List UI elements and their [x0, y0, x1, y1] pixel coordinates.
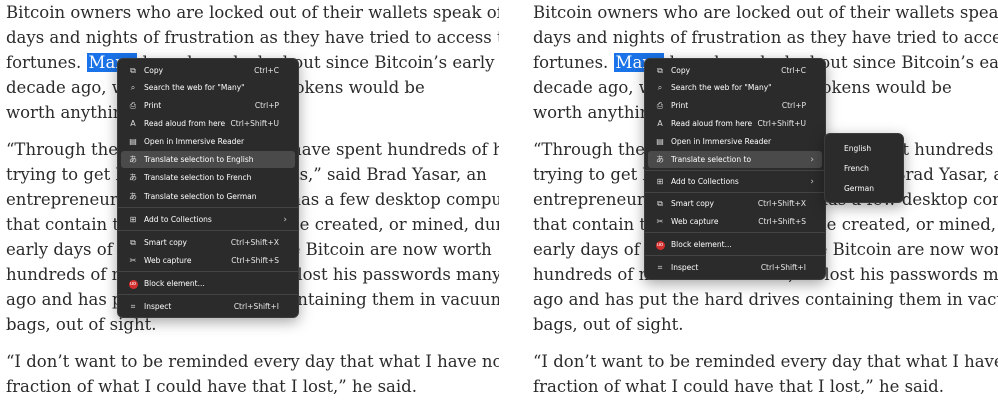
menu-item-block-element[interactable]: uo Block element...: [121, 275, 295, 292]
menu-item-block-element[interactable]: uo Block element...: [648, 236, 822, 253]
search-icon: ⌕: [130, 82, 136, 92]
menu-item-inspect[interactable]: ⌗ Inspect Ctrl+Shift+I: [648, 259, 822, 276]
submenu-item-french[interactable]: French: [828, 160, 900, 177]
block-element-icon: uo: [655, 241, 665, 250]
menu-separator: [645, 170, 825, 171]
smart-copy-icon: ⧉: [657, 198, 663, 208]
print-icon: ⎙: [129, 100, 137, 110]
menu-item-immersive-reader[interactable]: ▤ Open in Immersive Reader: [121, 133, 295, 150]
chevron-right-icon: ›: [810, 176, 814, 187]
translate-icon: あ: [129, 155, 137, 164]
inspect-icon: ⌗: [130, 301, 136, 311]
context-menu: ⧉ Copy Ctrl+C ⌕ Search the web for "Many" ⎙…: [644, 58, 826, 280]
menu-item-copy[interactable]: ⧉ Copy Ctrl+C: [121, 62, 295, 79]
menu-item-translate-selection[interactable]: あ Translate selection to ›: [648, 151, 822, 168]
chevron-right-icon: ›: [283, 214, 287, 225]
translate-icon: あ: [129, 173, 137, 182]
article-line: “I don’t want to be reminded every day t…: [6, 352, 499, 371]
web-capture-icon: ✂: [129, 256, 137, 265]
immersive-reader-icon: ▤: [656, 137, 664, 146]
web-capture-icon: ✂: [656, 217, 664, 226]
chevron-right-icon: ›: [810, 154, 814, 165]
menu-separator: [118, 207, 298, 208]
read-aloud-icon: A: [657, 119, 663, 128]
menu-item-translate-french[interactable]: あ Translate selection to French: [121, 169, 295, 186]
menu-item-smart-copy[interactable]: ⧉ Smart copy Ctrl+Shift+X: [121, 234, 295, 251]
menu-separator: [645, 192, 825, 193]
article-line: fraction of what I could have that I los…: [6, 377, 417, 396]
translate-submenu: English French German: [824, 133, 904, 203]
article-line: Bitcoin owners who are locked out of the…: [533, 3, 998, 22]
collections-icon: ⊞: [656, 177, 664, 186]
copy-icon: ⧉: [130, 65, 136, 75]
copy-icon: ⧉: [657, 65, 663, 75]
menu-item-smart-copy[interactable]: ⧉ Smart copy Ctrl+Shift+X: [648, 195, 822, 212]
article-line: ago and has put the hard drives containi…: [533, 290, 998, 309]
submenu-item-german[interactable]: German: [828, 180, 900, 197]
menu-item-read-aloud[interactable]: A Read aloud from here Ctrl+Shift+U: [121, 115, 295, 132]
menu-separator: [645, 232, 825, 233]
menu-item-translate-english[interactable]: あ Translate selection to English: [121, 151, 295, 168]
submenu-item-english[interactable]: English: [828, 140, 900, 157]
menu-item-inspect[interactable]: ⌗ Inspect Ctrl+Shift+I: [121, 298, 295, 315]
article-line: fraction of what I could have that I los…: [533, 377, 944, 396]
inspect-icon: ⌗: [657, 262, 663, 272]
search-icon: ⌕: [657, 82, 663, 92]
article-line: days and nights of frustration as they h…: [533, 28, 998, 47]
translate-icon: あ: [129, 192, 137, 201]
menu-item-add-to-collections[interactable]: ⊞ Add to Collections ›: [648, 173, 822, 190]
menu-item-print[interactable]: ⎙ Print Ctrl+P: [121, 97, 295, 114]
article-line-text: fortunes.: [6, 53, 87, 72]
menu-item-search-web[interactable]: ⌕ Search the web for "Many": [648, 79, 822, 96]
article-line-text: fortunes.: [533, 53, 614, 72]
menu-item-add-to-collections[interactable]: ⊞ Add to Collections ›: [121, 211, 295, 228]
menu-separator: [118, 271, 298, 272]
right-screenshot-panel: Bitcoin owners who are locked out of the…: [527, 0, 998, 414]
menu-item-print[interactable]: ⎙ Print Ctrl+P: [648, 97, 822, 114]
menu-item-copy[interactable]: ⧉ Copy Ctrl+C: [648, 62, 822, 79]
menu-separator: [645, 255, 825, 256]
menu-item-search-web[interactable]: ⌕ Search the web for "Many": [121, 79, 295, 96]
menu-item-web-capture[interactable]: ✂ Web capture Ctrl+Shift+S: [121, 252, 295, 269]
menu-item-translate-german[interactable]: あ Translate selection to German: [121, 188, 295, 205]
context-menu: ⧉ Copy Ctrl+C ⌕ Search the web for "Many" ⎙…: [117, 58, 299, 318]
translate-icon: あ: [656, 155, 664, 164]
menu-item-immersive-reader[interactable]: ▤ Open in Immersive Reader: [648, 133, 822, 150]
article-line: days and nights of frustration as they h…: [6, 28, 499, 47]
article-line: “I don’t want to be reminded every day t…: [533, 352, 998, 371]
collections-icon: ⊞: [129, 215, 137, 224]
read-aloud-icon: A: [130, 119, 136, 128]
menu-separator: [118, 294, 298, 295]
smart-copy-icon: ⧉: [130, 237, 136, 247]
left-screenshot-panel: Bitcoin owners who are locked out of the…: [0, 0, 499, 414]
article-line: bags, out of sight.: [533, 315, 684, 334]
print-icon: ⎙: [656, 100, 664, 110]
block-element-icon: uo: [128, 280, 138, 289]
immersive-reader-icon: ▤: [129, 137, 137, 146]
menu-item-read-aloud[interactable]: A Read aloud from here Ctrl+Shift+U: [648, 115, 822, 132]
menu-separator: [118, 230, 298, 231]
article-line: Bitcoin owners who are locked out of the…: [6, 3, 499, 22]
menu-item-web-capture[interactable]: ✂ Web capture Ctrl+Shift+S: [648, 213, 822, 230]
